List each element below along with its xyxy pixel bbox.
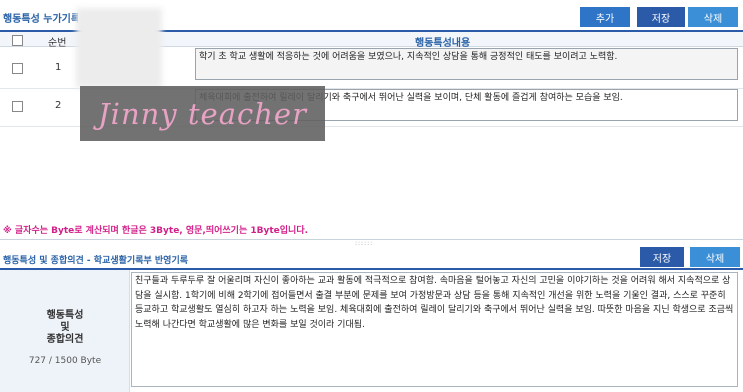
add-button[interactable]: 추가 <box>580 7 630 27</box>
select-all-checkbox[interactable] <box>12 35 23 46</box>
byte-counter: 727 / 1500 Byte <box>28 356 102 366</box>
watermark-text: Jinny teacher <box>98 96 307 131</box>
save-summary-button[interactable]: 저장 <box>640 247 684 267</box>
save-button[interactable]: 저장 <box>637 7 685 27</box>
delete-summary-button[interactable]: 삭제 <box>690 247 740 267</box>
row-number: 2 <box>55 100 62 111</box>
divider-handle-dots[interactable]: :::::: <box>355 240 373 247</box>
row-number: 1 <box>55 62 62 73</box>
delete-button[interactable]: 삭제 <box>688 7 738 27</box>
row-checkbox[interactable] <box>12 101 23 112</box>
section-title-cumulative: 행동특성 누가기록 <box>3 14 78 25</box>
summary-label-cell: 행동특성 및 종합의견 727 / 1500 Byte <box>0 270 130 392</box>
summary-label-line: 종합의견 <box>46 334 84 345</box>
behavior-record-page: 행동특성 누가기록 추가 저장 삭제 순번 행동특성내용 1 학기 초 학교 생… <box>0 0 743 392</box>
byte-note: ※ 글자수는 Byte로 계산되며 한글은 3Byte, 영문,띄어쓰기는 1B… <box>3 226 309 236</box>
watermark: Jinny teacher <box>80 86 325 141</box>
row-content-input[interactable]: 학기 초 학교 생활에 적응하는 것에 어려움을 보였으나, 지속적인 상담을 … <box>195 48 738 80</box>
blurred-region <box>76 8 162 88</box>
summary-textarea[interactable]: 친구들과 두루두루 잘 어울리며 자신이 좋아하는 교과 활동에 적극적으로 참… <box>131 272 738 387</box>
section-title-summary: 행동특성 및 종합의견 - 학교생활기록부 반영기록 <box>3 256 189 266</box>
row-checkbox[interactable] <box>12 63 23 74</box>
